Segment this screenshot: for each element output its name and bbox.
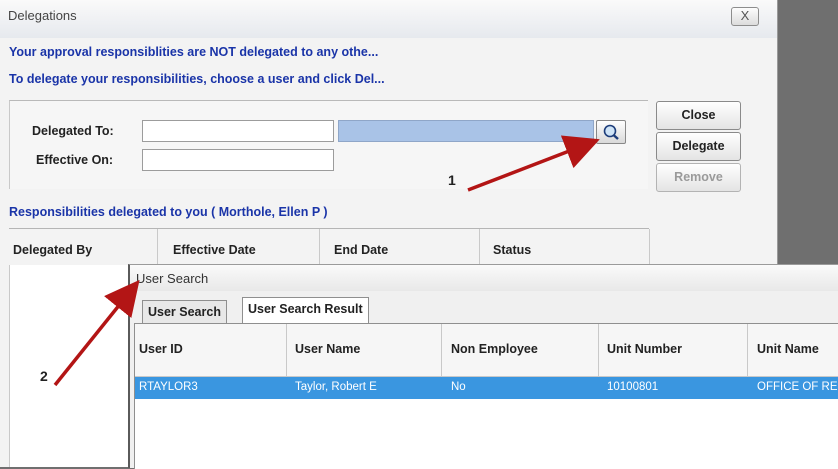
annotation-overlay [53,135,600,387]
arrow-2 [53,279,140,387]
arrow-1 [467,135,600,192]
annotation-number-2: 2 [40,368,48,384]
annotation-number-1: 1 [448,172,456,188]
